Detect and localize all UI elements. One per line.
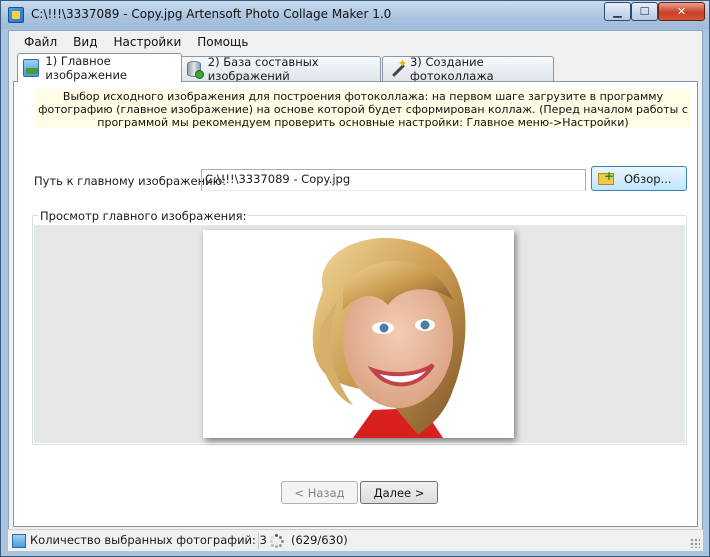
tab-label: 1) Главное изображение: [45, 54, 127, 82]
path-label: Путь к главному изображению:: [34, 174, 227, 188]
close-button[interactable]: ✕: [658, 2, 705, 21]
back-button[interactable]: < Назад: [281, 481, 358, 504]
progress-text: (629/630): [291, 533, 348, 547]
tab-create-collage[interactable]: 3) Создание фотоколлажа: [382, 55, 554, 83]
main-image-preview: [203, 230, 514, 438]
preview-legend: Просмотр главного изображения:: [38, 209, 249, 223]
tab-label: 2) База составных изображений: [207, 55, 319, 83]
resize-grip[interactable]: [690, 538, 700, 548]
tab-strip: 1) Главное изображение 2) База составных…: [13, 53, 699, 83]
status-separator: [258, 532, 259, 549]
magic-wand-icon: [388, 57, 407, 78]
title-bar[interactable]: C:\!!!\3337089 - Copy.jpg Artensoft Phot…: [1, 1, 709, 29]
tab-main-image[interactable]: 1) Главное изображение: [17, 53, 182, 82]
browse-button[interactable]: Обзор...: [591, 166, 687, 191]
minimize-button[interactable]: ▁: [604, 2, 631, 21]
selected-photos-count: Количество выбранных фотографий: 3: [30, 533, 267, 547]
browse-label: Обзор...: [624, 171, 672, 186]
photos-icon: [12, 534, 26, 548]
menu-bar: Файл Вид Настройки Помощь: [9, 31, 702, 53]
maximize-button[interactable]: ☐: [631, 2, 658, 21]
info-text: Выбор исходного изображения для построен…: [35, 89, 691, 129]
app-icon: [8, 7, 24, 23]
database-icon: [186, 60, 204, 79]
menu-settings[interactable]: Настройки: [105, 35, 189, 49]
status-bar: Количество выбранных фотографий: 3 (629/…: [8, 529, 703, 551]
tab-label: 3) Создание фотоколлажа: [409, 55, 494, 83]
folder-add-icon: [598, 169, 614, 185]
path-input[interactable]: C:\!!!\3337089 - Copy.jpg: [201, 169, 586, 191]
app-window: C:\!!!\3337089 - Copy.jpg Artensoft Phot…: [0, 0, 710, 557]
menu-file[interactable]: Файл: [16, 35, 65, 49]
tab-image-database[interactable]: 2) База составных изображений: [180, 55, 381, 83]
menu-view[interactable]: Вид: [65, 35, 105, 49]
loading-spinner-icon: [270, 534, 284, 548]
tab-panel: Выбор исходного изображения для построен…: [13, 81, 698, 527]
menu-help[interactable]: Помощь: [189, 35, 256, 49]
next-button[interactable]: Далее >: [360, 481, 438, 504]
portrait-photo: [203, 230, 514, 438]
image-icon: [23, 59, 40, 77]
client-area: Файл Вид Настройки Помощь 1) Главное изо…: [8, 30, 703, 551]
window-title: C:\!!!\3337089 - Copy.jpg Artensoft Phot…: [31, 7, 392, 21]
